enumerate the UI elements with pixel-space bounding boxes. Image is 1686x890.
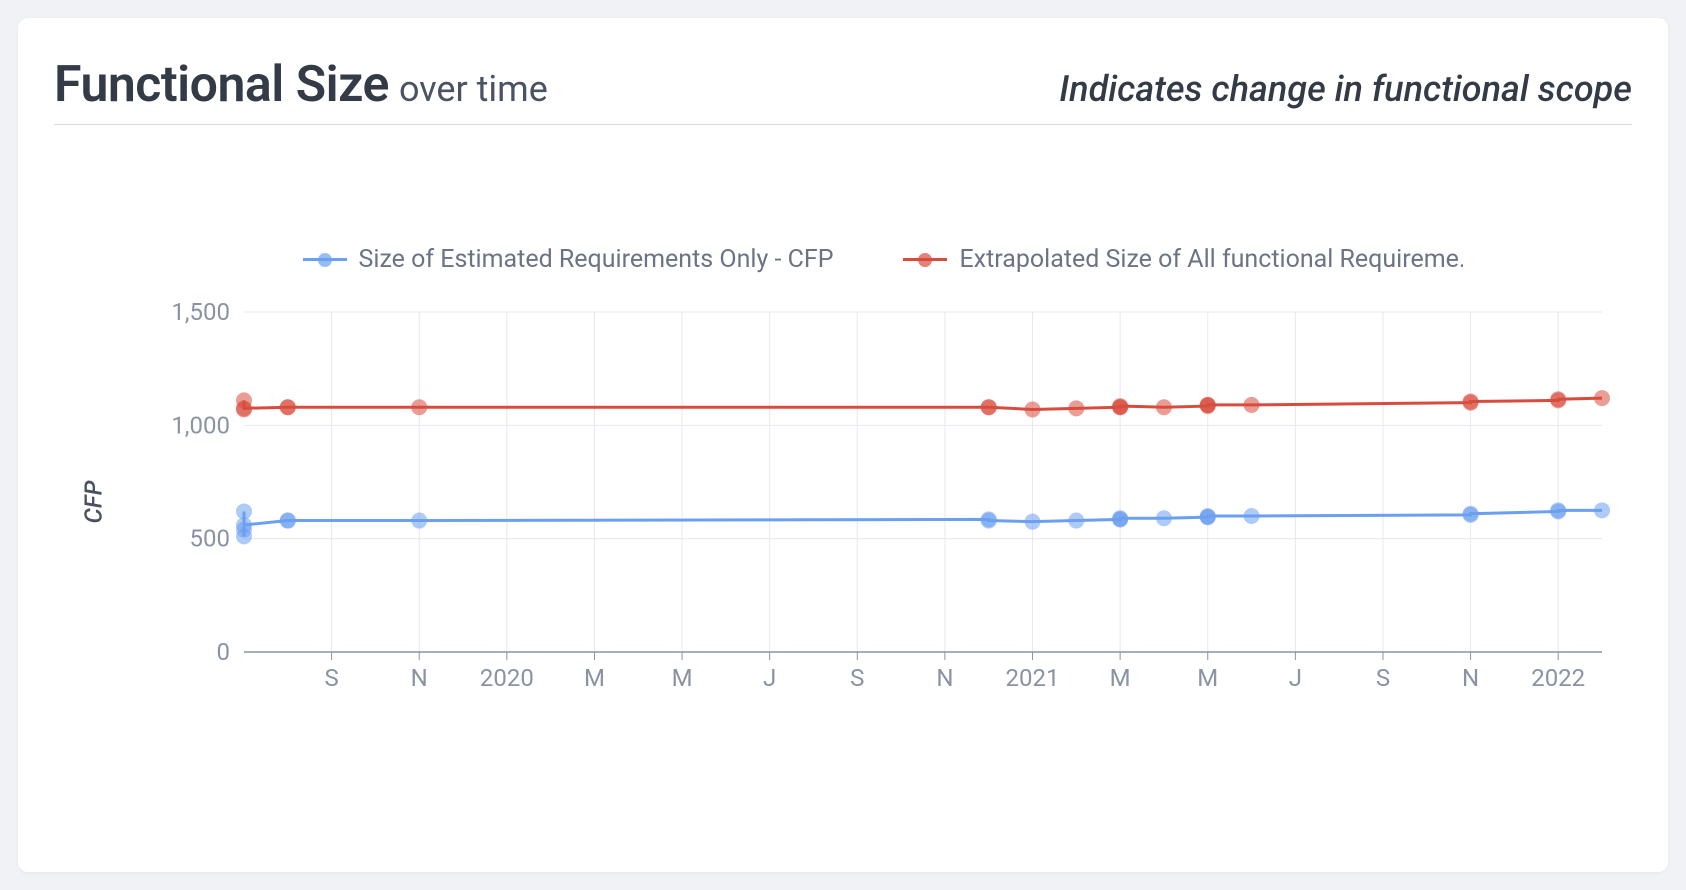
svg-text:M: M [1197,664,1218,692]
legend-label: Size of Estimated Requirements Only - CF… [359,245,834,274]
chart-card: Functional Size over time Indicates chan… [18,18,1668,872]
svg-text:N: N [411,664,428,692]
svg-text:S: S [324,664,338,692]
svg-text:N: N [936,664,953,692]
svg-text:M: M [584,664,605,692]
plot-svg: 05001,0001,500SN2020MMJSN2021MMJSN2022 [154,302,1612,702]
svg-text:2020: 2020 [480,664,534,692]
svg-text:M: M [1110,664,1131,692]
svg-text:J: J [763,664,776,692]
legend-swatch-icon [303,258,347,261]
legend-label: Extrapolated Size of All functional Requ… [959,245,1463,274]
chart-subtitle: Indicates change in functional scope [1059,68,1632,110]
chart-header: Functional Size over time Indicates chan… [54,56,1632,125]
chart-title-sub: over time [399,68,548,110]
svg-text:S: S [850,664,864,692]
y-axis-label: CFP [79,481,107,524]
svg-text:M: M [672,664,693,692]
plot-region: CFP 05001,0001,500SN2020MMJSN2021MMJSN20… [154,302,1612,702]
svg-text:2022: 2022 [1531,664,1585,692]
svg-text:J: J [1289,664,1302,692]
chart-title-group: Functional Size over time [54,56,548,114]
chart-area: Size of Estimated Requirements Only - CF… [154,245,1612,702]
svg-text:1,000: 1,000 [171,411,230,439]
svg-text:0: 0 [217,638,231,666]
legend-item-0[interactable]: Size of Estimated Requirements Only - CF… [303,245,834,274]
svg-text:N: N [1462,664,1479,692]
chart-legend: Size of Estimated Requirements Only - CF… [154,245,1612,274]
svg-text:2021: 2021 [1006,664,1060,692]
svg-text:500: 500 [190,525,230,553]
svg-text:S: S [1376,664,1390,692]
legend-swatch-icon [903,258,947,261]
svg-text:1,500: 1,500 [171,298,230,326]
legend-item-1[interactable]: Extrapolated Size of All functional Requ… [903,245,1463,274]
chart-title-main: Functional Size [54,56,389,114]
